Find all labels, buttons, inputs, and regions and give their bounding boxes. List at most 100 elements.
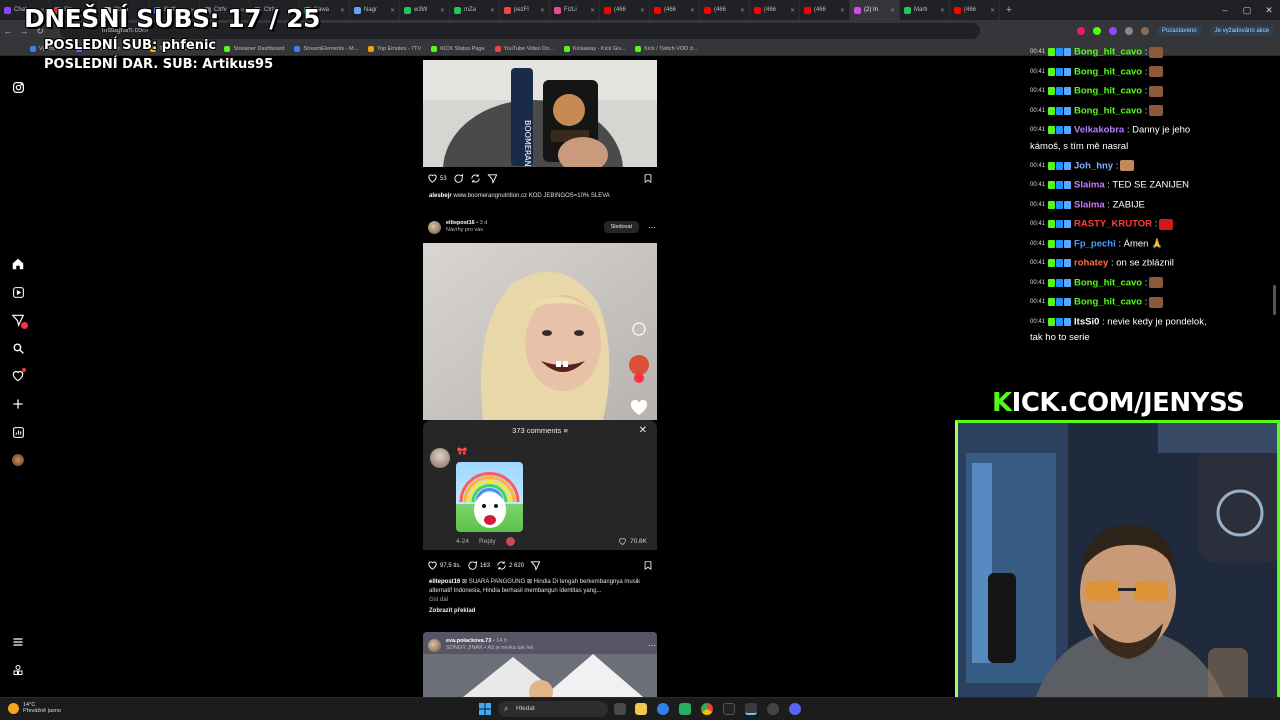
repost-icon[interactable]: [496, 560, 507, 573]
obs-icon[interactable]: [745, 703, 757, 715]
minimize-icon[interactable]: –: [1214, 0, 1236, 20]
chat-username[interactable]: Joh_hny: [1074, 160, 1113, 171]
page-scrollbar[interactable]: [1273, 285, 1276, 315]
like-heart-icon[interactable]: [427, 560, 438, 573]
dashboard-icon[interactable]: [10, 424, 26, 440]
caption-username[interactable]: elitepost16: [429, 579, 460, 585]
file-explorer-icon[interactable]: [635, 703, 647, 715]
close-icon[interactable]: ✕: [639, 425, 647, 436]
search-icon[interactable]: [10, 340, 26, 356]
browser-tab[interactable]: (466 ✕: [800, 0, 850, 20]
settings-gear-icon[interactable]: [767, 703, 779, 715]
browser-tab[interactable]: (2) In ✕: [850, 0, 900, 20]
share-icon[interactable]: [487, 173, 498, 186]
browser-tab[interactable]: mZa ✕: [450, 0, 500, 20]
more-options-icon[interactable]: ⋯: [644, 641, 656, 650]
post-video[interactable]: [423, 243, 657, 420]
chat-username[interactable]: Slaima: [1074, 180, 1105, 191]
messages-icon[interactable]: [10, 312, 28, 329]
new-tab-icon[interactable]: +: [1000, 4, 1018, 16]
extension-icon[interactable]: [1092, 27, 1101, 35]
post3-username[interactable]: eva.polackova.73: [446, 638, 491, 644]
browser-tab[interactable]: w3W ✕: [400, 0, 450, 20]
bookmark-item[interactable]: YouTube Video Do...: [494, 45, 554, 52]
caption-username[interactable]: alesbejr: [429, 193, 452, 199]
tab-close-icon[interactable]: ✕: [690, 7, 695, 14]
repost-icon[interactable]: [470, 173, 481, 186]
chat-username[interactable]: Slaima: [1074, 199, 1105, 210]
extension-icon[interactable]: [1076, 27, 1085, 35]
tab-close-icon[interactable]: ✕: [340, 7, 345, 14]
browser-tab[interactable]: (466 ✕: [950, 0, 1000, 20]
save-bookmark-icon[interactable]: [643, 560, 653, 573]
bookmark-item[interactable]: Top Emotes - 7TV: [368, 45, 421, 52]
reply-link[interactable]: Reply: [479, 538, 496, 545]
comment-icon[interactable]: [467, 560, 478, 573]
browser-tab[interactable]: (466 ✕: [750, 0, 800, 20]
read-more-link[interactable]: číst dál: [429, 596, 655, 605]
chrome-icon[interactable]: [701, 703, 713, 715]
profile-avatar-icon[interactable]: [10, 452, 26, 468]
home-icon[interactable]: [10, 256, 26, 272]
tab-close-icon[interactable]: ✕: [890, 7, 895, 14]
chat-username[interactable]: Bong_hit_cavo: [1074, 47, 1142, 58]
avatar[interactable]: [428, 638, 441, 652]
chat-username[interactable]: ItsSi0: [1074, 316, 1099, 327]
like-heart-icon[interactable]: [618, 537, 627, 546]
chat-username[interactable]: Velkakobra: [1074, 125, 1124, 136]
bookmark-item[interactable]: Streamer Dashboard: [224, 45, 284, 52]
like-heart-icon[interactable]: [427, 173, 438, 186]
app-icon[interactable]: [723, 703, 735, 715]
filter-icon[interactable]: ≡: [563, 426, 567, 435]
maximize-icon[interactable]: ▢: [1236, 0, 1258, 20]
bookmark-item[interactable]: KICK Status Page: [431, 45, 485, 52]
save-bookmark-icon[interactable]: [643, 173, 653, 186]
notifications-heart-icon[interactable]: [10, 368, 26, 384]
tab-close-icon[interactable]: ✕: [740, 7, 745, 14]
tab-close-icon[interactable]: ✕: [940, 7, 945, 14]
discord-icon[interactable]: [789, 703, 801, 715]
update-required[interactable]: Je vyžadováno akce: [1209, 26, 1274, 36]
tab-close-icon[interactable]: ✕: [990, 7, 995, 14]
post2-username[interactable]: elitepost16: [446, 220, 475, 226]
create-plus-icon[interactable]: [10, 396, 26, 412]
tab-close-icon[interactable]: ✕: [840, 7, 845, 14]
browser-tab[interactable]: pezFl ✕: [500, 0, 550, 20]
follow-button[interactable]: Sledovat: [603, 221, 639, 233]
tab-close-icon[interactable]: ✕: [590, 7, 595, 14]
tab-close-icon[interactable]: ✕: [490, 7, 495, 14]
browser-tab[interactable]: (466 ✕: [600, 0, 650, 20]
browser-tab[interactable]: Nagr ✕: [350, 0, 400, 20]
comment-avatar[interactable]: [430, 448, 450, 468]
bookmark-item[interactable]: Kickaway - Kick Giv...: [563, 45, 625, 52]
reels-icon[interactable]: [10, 284, 26, 300]
tab-close-icon[interactable]: ✕: [790, 7, 795, 14]
post-image[interactable]: BOOMERANG: [423, 60, 657, 167]
tab-close-icon[interactable]: ✕: [640, 7, 645, 14]
instagram-logo-icon[interactable]: [10, 79, 26, 95]
browser-tab[interactable]: (466 ✕: [650, 0, 700, 20]
close-window-icon[interactable]: ✕: [1258, 0, 1280, 20]
avatar[interactable]: [428, 220, 441, 234]
chat-username[interactable]: rohatey: [1074, 258, 1108, 269]
bookmark-item[interactable]: StreamElements - M...: [294, 45, 358, 52]
browser-tab[interactable]: FizLi ✕: [550, 0, 600, 20]
show-translation-link[interactable]: Zobrazit překlad: [429, 607, 655, 616]
weather-widget[interactable]: 14°C Převážně jasno: [8, 702, 61, 714]
app-icon[interactable]: [679, 703, 691, 715]
profile-status[interactable]: Pozastaveno: [1156, 26, 1202, 36]
tab-close-icon[interactable]: ✕: [540, 7, 545, 14]
menu-icon[interactable]: [10, 634, 26, 650]
extension-icon[interactable]: [1108, 27, 1117, 35]
comment-likes[interactable]: 70.8K: [618, 537, 647, 546]
meta-apps-icon[interactable]: [10, 662, 26, 678]
chat-username[interactable]: Bong_hit_cavo: [1074, 277, 1142, 288]
chat-username[interactable]: Bong_hit_cavo: [1074, 86, 1142, 97]
tab-close-icon[interactable]: ✕: [390, 7, 395, 14]
comment-icon[interactable]: [453, 173, 464, 186]
tab-close-icon[interactable]: ✕: [440, 7, 445, 14]
chat-username[interactable]: Bong_hit_cavo: [1074, 297, 1142, 308]
bookmark-item[interactable]: Kick / Twitch VOD d...: [635, 45, 697, 52]
chat-username[interactable]: Bong_hit_cavo: [1074, 66, 1142, 77]
extensions-puzzle-icon[interactable]: [1124, 27, 1133, 35]
